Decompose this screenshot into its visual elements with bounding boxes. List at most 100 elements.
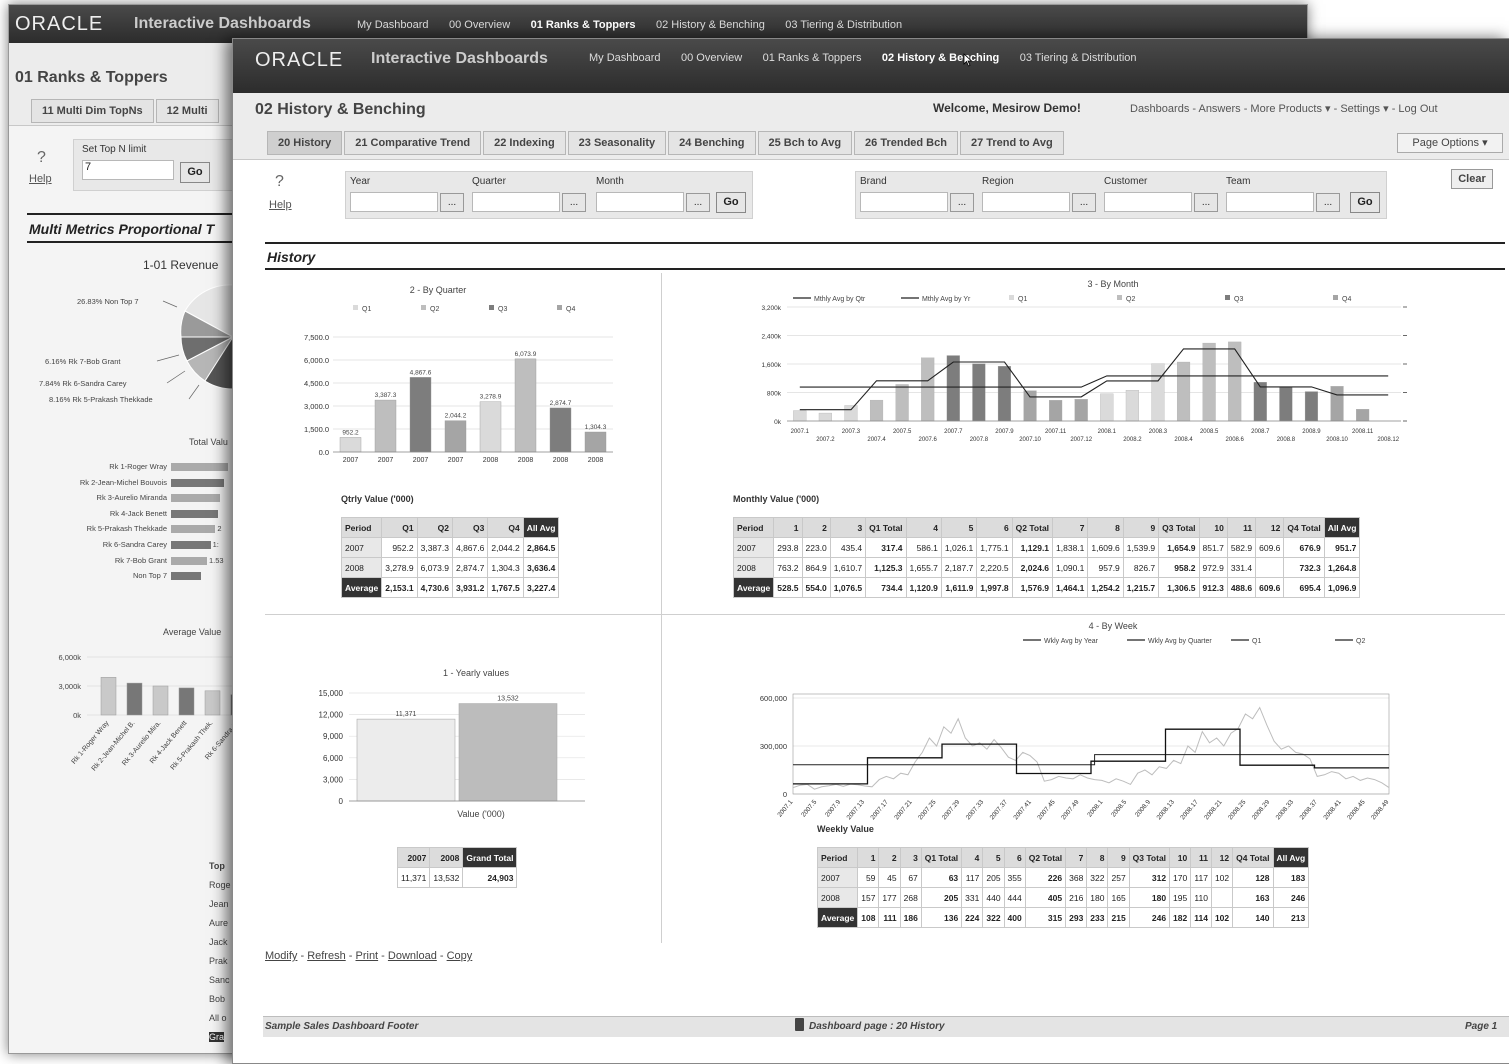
tab-comparative-trend[interactable]: 21 Comparative Trend <box>344 131 482 155</box>
nav-history-benching[interactable]: 02 History & Benching <box>882 52 999 64</box>
month-input[interactable] <box>596 192 684 212</box>
x-tick-label: 2007.1 <box>776 798 794 818</box>
tab-trend-to-avg[interactable]: 27 Trend to Avg <box>959 131 1064 155</box>
tab-multi-dim-topns[interactable]: 11 Multi Dim TopNs <box>31 99 154 123</box>
table-cell: 2008 <box>816 887 859 908</box>
y-tick-label: 12,000 <box>319 711 344 720</box>
quarter-input[interactable] <box>472 192 560 212</box>
table-cell: 1,254.2 <box>1087 577 1124 598</box>
nav-tiering[interactable]: 03 Tiering & Distribution <box>1020 52 1137 64</box>
team-picker-button[interactable]: ... <box>1316 193 1340 212</box>
region-input[interactable] <box>982 192 1070 212</box>
month-picker-button[interactable]: ... <box>686 193 710 212</box>
clear-button[interactable]: Clear <box>1451 169 1493 189</box>
tab-seasonality[interactable]: 23 Seasonality <box>567 131 667 155</box>
brand-input[interactable] <box>860 192 948 212</box>
customer-picker-button[interactable]: ... <box>1194 193 1218 212</box>
x-tick-label: 2007.4 <box>867 437 886 443</box>
quarter-picker-button[interactable]: ... <box>562 193 586 212</box>
help-link[interactable]: Help <box>29 173 52 185</box>
nav-ranks-toppers[interactable]: 01 Ranks & Toppers <box>763 52 862 64</box>
table-cell: 140 <box>1232 907 1274 928</box>
table-cell: 2,044.2 <box>487 537 524 558</box>
table-cell: 246 <box>1272 887 1310 908</box>
table-cell: 1,775.1 <box>976 537 1013 558</box>
region-picker-button[interactable]: ... <box>1072 193 1096 212</box>
table-cell: 1,609.6 <box>1087 537 1124 558</box>
yearly-table: 2007 2008 Grand Total 11,371 13,532 24,903 <box>396 847 518 888</box>
table-cell: 24,903 <box>462 867 518 888</box>
utility-links[interactable]: Dashboards - Answers - More Products ▾ -… <box>1130 102 1438 115</box>
legend-label: Q3 <box>498 306 507 313</box>
help-link[interactable]: Help <box>269 199 292 211</box>
month-bar <box>1202 342 1216 422</box>
nav-ranks-toppers[interactable]: 01 Ranks & Toppers <box>531 19 636 31</box>
table-cell: 1,306.5 <box>1158 577 1200 598</box>
nav-overview[interactable]: 00 Overview <box>449 19 510 31</box>
column-header: All Avg <box>522 517 560 538</box>
column-header: Period <box>816 847 859 868</box>
y-tick-label: 300,000 <box>760 742 787 751</box>
prompt-label-month: Month <box>596 176 624 187</box>
nav-my-dashboard[interactable]: My Dashboard <box>589 52 661 64</box>
prompt-label-customer: Customer <box>1104 176 1148 187</box>
brand-picker-button[interactable]: ... <box>950 193 974 212</box>
tab-trended-bch[interactable]: 26 Trended Bch <box>854 131 958 155</box>
front-header-bar: ORACLE Interactive Dashboards My Dashboa… <box>233 39 1509 93</box>
column-header: 1 <box>857 847 880 868</box>
legend-label: Q1 <box>362 306 371 313</box>
x-tick-label: 2007 <box>413 457 429 464</box>
table-cell: 213 <box>1272 907 1310 928</box>
copy-link[interactable]: Copy <box>447 950 473 962</box>
column-header: Period <box>732 517 775 538</box>
tab-benching[interactable]: 24 Benching <box>668 131 756 155</box>
table-cell: 2,187.7 <box>940 557 978 578</box>
refresh-link[interactable]: Refresh <box>307 950 346 962</box>
rank-bar-row: Rk 6-Sandra Carey 1: <box>9 539 233 551</box>
dimension-prompts: Brand ... Region ... Customer ... Team .… <box>855 171 1387 219</box>
nav-tiering[interactable]: 03 Tiering & Distribution <box>785 19 902 31</box>
table-cell: 3,636.4 <box>522 557 560 578</box>
table-row: 2007 952.2 3,387.3 4,867.6 2,044.2 2,864.5 <box>340 537 560 558</box>
data-label: 13,532 <box>497 696 519 703</box>
table-cell: 268 <box>899 887 922 908</box>
rank-bar-row: Rk 5-Prakash Thekkade 2 <box>9 523 233 535</box>
table-cell: 444 <box>1003 887 1026 908</box>
x-tick-label: 2008.4 <box>1174 437 1193 443</box>
nav-overview[interactable]: 00 Overview <box>681 52 742 64</box>
page-title: 02 History & Benching <box>255 101 426 118</box>
topn-label: Set Top N limit <box>82 144 147 155</box>
rank-bar <box>171 478 224 487</box>
tab-history[interactable]: 20 History <box>267 131 343 155</box>
table-row: Average 108 111 186 136 224 322 400 315 293 233 215… <box>816 907 1310 928</box>
month-bar <box>1304 391 1319 422</box>
tab-multi[interactable]: 12 Multi <box>155 99 219 123</box>
tab-indexing[interactable]: 22 Indexing <box>483 131 566 155</box>
dimension-go-button[interactable]: Go <box>1350 192 1380 213</box>
proportion-pie-chart <box>156 284 233 400</box>
table-row: 2008 763.2 864.9 1,610.7 1,125.3 1,655.7 2,187… <box>732 557 1361 578</box>
x-tick-label: 2007.8 <box>970 437 989 443</box>
series-line-avg-by-qtr <box>799 348 1389 411</box>
download-link[interactable]: Download <box>388 950 437 962</box>
team-input[interactable] <box>1226 192 1314 212</box>
year-input[interactable] <box>350 192 438 212</box>
x-tick-label: 2007 <box>343 457 359 464</box>
topn-input[interactable]: 7 <box>82 160 174 180</box>
nav-my-dashboard[interactable]: My Dashboard <box>357 19 429 31</box>
print-link[interactable]: Print <box>356 950 379 962</box>
legend-swatch <box>421 305 426 310</box>
table-cell: 331 <box>961 887 984 908</box>
table-cell: 224 <box>961 907 984 928</box>
modify-link[interactable]: Modify <box>265 950 297 962</box>
time-go-button[interactable]: Go <box>716 192 746 213</box>
year-picker-button[interactable]: ... <box>440 193 464 212</box>
tab-bch-to-avg[interactable]: 25 Bch to Avg <box>757 131 853 155</box>
customer-input[interactable] <box>1104 192 1192 212</box>
x-tick-label: 2007.11 <box>1045 429 1067 435</box>
page-options-button[interactable]: Page Options ▾ <box>1397 133 1503 153</box>
x-tick-label: 2008 <box>553 457 569 464</box>
nav-history-benching[interactable]: 02 History & Benching <box>656 19 765 31</box>
pie-label: 26.83% Non Top 7 <box>77 297 139 306</box>
go-button[interactable]: Go <box>180 162 210 183</box>
